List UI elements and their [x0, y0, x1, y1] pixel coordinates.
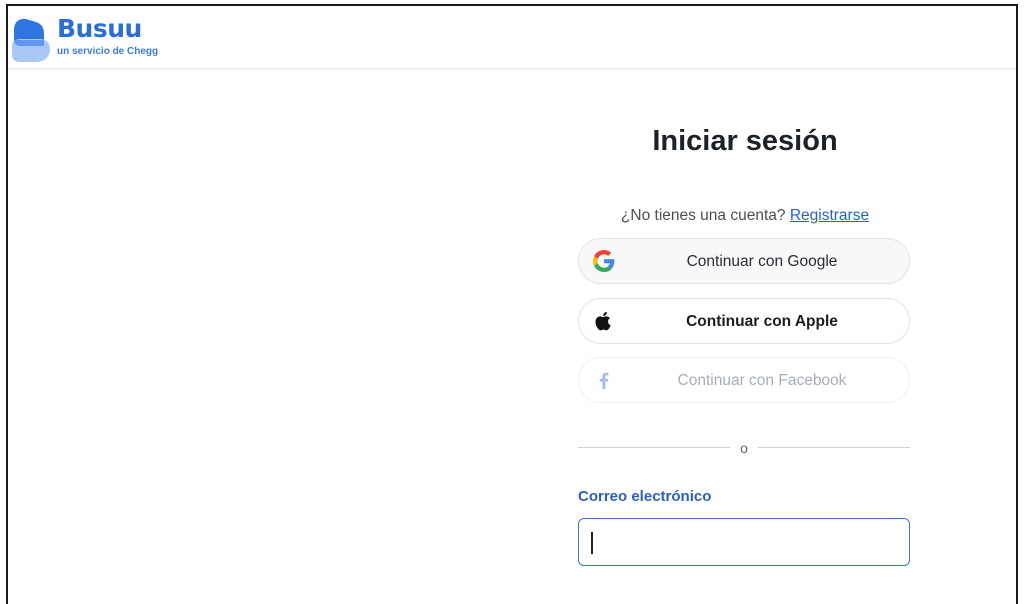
email-field[interactable] — [578, 518, 910, 566]
apple-icon — [595, 311, 611, 331]
email-label: Correo electrónico — [578, 488, 712, 505]
continue-with-facebook-button[interactable]: Continuar con Facebook — [578, 357, 910, 403]
signup-prompt: ¿No tienes una cuenta? Registrarse — [578, 206, 912, 226]
page-title: Iniciar sesión — [652, 125, 838, 157]
google-button-label: Continuar con Google — [686, 253, 838, 270]
busuu-logo[interactable]: Busuu un servicio de Chegg — [10, 12, 170, 66]
brand-tagline: un servicio de Chegg — [57, 46, 159, 57]
google-icon — [593, 250, 615, 272]
text-caret — [591, 532, 593, 554]
apple-button-label: Continuar con Apple — [686, 313, 838, 330]
facebook-button-label: Continuar con Facebook — [677, 372, 847, 389]
continue-with-google-button[interactable]: Continuar con Google — [578, 238, 910, 284]
facebook-icon — [599, 372, 609, 390]
divider-text: o — [740, 440, 748, 456]
divider-line-left — [578, 447, 730, 448]
no-account-text: ¿No tienes una cuenta? — [620, 207, 786, 224]
brand-name: Busuu — [57, 14, 142, 43]
or-divider: o — [578, 440, 910, 456]
top-header: Busuu un servicio de Chegg — [8, 6, 1016, 69]
continue-with-apple-button[interactable]: Continuar con Apple — [578, 298, 910, 344]
register-link[interactable]: Registrarse — [790, 207, 869, 224]
divider-line-right — [758, 447, 910, 448]
browser-viewport: Busuu un servicio de Chegg Iniciar sesió… — [6, 4, 1018, 604]
busuu-logo-mark-icon — [12, 18, 50, 62]
